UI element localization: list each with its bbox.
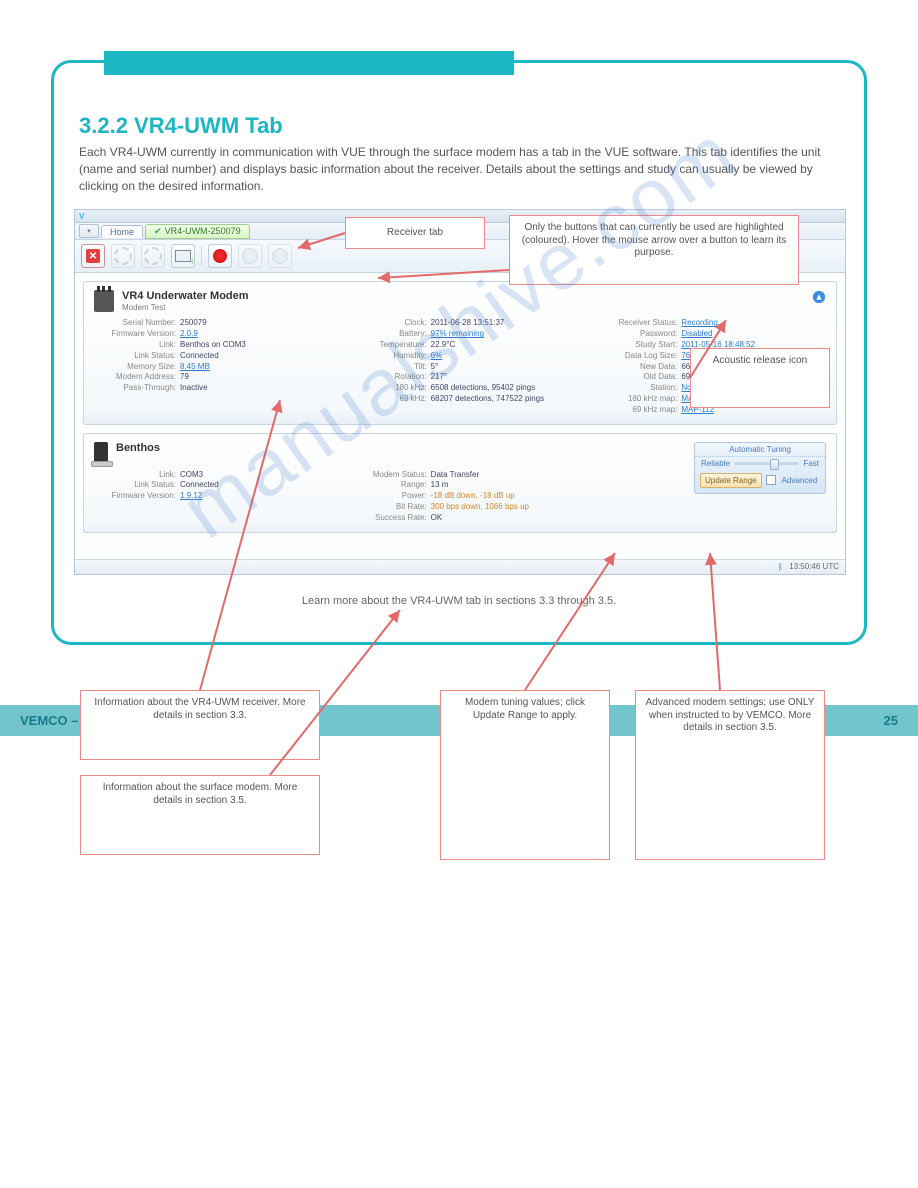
gear-icon xyxy=(114,247,132,265)
benthos-col2: Modem Status:Data Transfer Range:13 m Po… xyxy=(345,470,576,524)
callout-acoustic-icon: Acoustic release icon xyxy=(690,348,830,408)
vr4-col1: Serial Number:250079 Firmware Version:2.… xyxy=(94,318,325,415)
vr4-col2: Clock:2011-06-28 13:51:37 Battery:97% re… xyxy=(345,318,576,415)
status-time: 13:50:46 UTC xyxy=(789,562,839,571)
footer-page: 25 xyxy=(884,713,898,728)
callout-modem-info: Information about the surface modem. Mor… xyxy=(80,775,320,855)
advanced-label[interactable]: Advanced xyxy=(782,476,818,485)
tab-dropdown[interactable]: ▾ xyxy=(79,224,99,238)
vr4-subtitle: Modem Test xyxy=(122,303,249,312)
monitor-download-icon xyxy=(175,250,191,262)
tuning-header: Automatic Tuning xyxy=(695,443,825,457)
callout-vr4-info: Information about the VR4-UWM receiver. … xyxy=(80,690,320,760)
gear-button xyxy=(111,244,135,268)
vr4-device-icon xyxy=(94,290,114,312)
vr4-title: VR4 Underwater Modem xyxy=(122,290,249,302)
gear-icon xyxy=(144,247,162,265)
benthos-col1: Link:COM3 Link Status:Connected Firmware… xyxy=(94,470,325,524)
download-button[interactable] xyxy=(171,244,195,268)
callout-tab: Receiver tab xyxy=(345,217,485,249)
check-icon: ✔ xyxy=(154,226,162,237)
callout-toolbar: Only the buttons that can currently be u… xyxy=(509,215,799,285)
benthos-title: Benthos xyxy=(116,442,160,454)
intro-text: Each VR4-UWM currently in communication … xyxy=(79,144,839,194)
benthos-device-icon xyxy=(94,442,108,464)
tuning-slider[interactable] xyxy=(734,462,800,465)
slider-thumb[interactable] xyxy=(770,459,779,470)
device-tab-label: VR4-UWM-250079 xyxy=(165,226,241,236)
fast-label: Fast xyxy=(803,459,819,468)
record-icon xyxy=(213,249,227,263)
callout-tuning: Modem tuning values; click Update Range … xyxy=(440,690,610,860)
circle-icon xyxy=(272,248,288,264)
learn-more-text: Learn more about the VR4-UWM tab in sect… xyxy=(74,595,844,607)
disabled-button2 xyxy=(268,244,292,268)
record-button[interactable] xyxy=(208,244,232,268)
status-bar: ᛒ 13:50:46 UTC xyxy=(75,559,845,574)
close-button[interactable]: ✕ xyxy=(81,244,105,268)
update-range-button[interactable]: Update Range xyxy=(700,473,762,488)
benthos-panel: Benthos Automatic Tuning Reliable Fast U… xyxy=(83,433,837,533)
header-tab xyxy=(104,51,514,75)
advanced-checkbox[interactable] xyxy=(766,475,776,485)
acoustic-release-icon[interactable] xyxy=(812,290,826,304)
callout-advanced: Advanced modem settings; use ONLY when i… xyxy=(635,690,825,860)
section-title: 3.2.2 VR4-UWM Tab xyxy=(79,113,844,139)
home-tab[interactable]: Home xyxy=(101,225,143,238)
gear2-button xyxy=(141,244,165,268)
bluetooth-icon: ᛒ xyxy=(778,562,783,572)
tuning-box: Automatic Tuning Reliable Fast Update Ra… xyxy=(694,442,826,494)
close-icon: ✕ xyxy=(86,249,100,263)
circle-icon xyxy=(242,248,258,264)
device-tab[interactable]: ✔VR4-UWM-250079 xyxy=(145,224,250,239)
disabled-button xyxy=(238,244,262,268)
reliable-label: Reliable xyxy=(701,459,730,468)
